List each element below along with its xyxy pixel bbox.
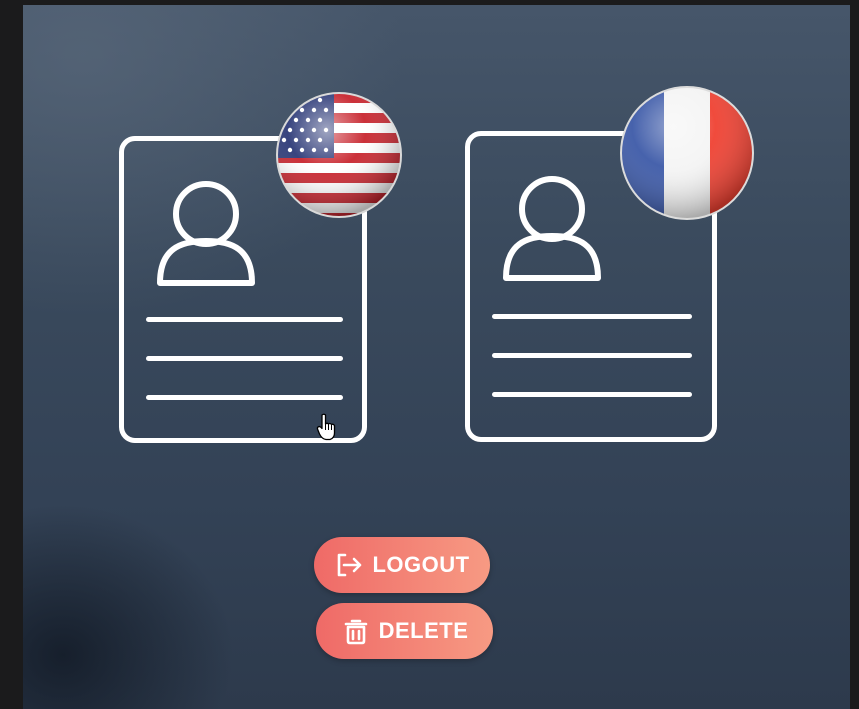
france-flag-icon[interactable] xyxy=(618,84,756,222)
card-country-label: France xyxy=(470,136,471,137)
logout-button[interactable]: LOGOUT xyxy=(314,537,490,593)
card-country-label: United States xyxy=(124,141,125,142)
card-text-line xyxy=(146,356,343,361)
trash-icon xyxy=(344,619,367,645)
card-text-line xyxy=(146,395,343,400)
hand-cursor-icon xyxy=(316,413,336,441)
card-text-line xyxy=(492,353,692,358)
card-text-line xyxy=(492,314,692,319)
delete-button[interactable]: DELETE xyxy=(316,603,493,659)
card-text-line xyxy=(146,317,343,322)
app-canvas: United States France xyxy=(23,5,850,709)
card-text-line xyxy=(492,392,692,397)
delete-label: DELETE xyxy=(378,618,469,643)
us-flag-icon[interactable] xyxy=(274,90,404,220)
logout-icon xyxy=(338,553,362,577)
user-avatar-icon xyxy=(503,176,601,281)
user-avatar-icon xyxy=(157,181,255,286)
logout-label: LOGOUT xyxy=(372,552,470,577)
